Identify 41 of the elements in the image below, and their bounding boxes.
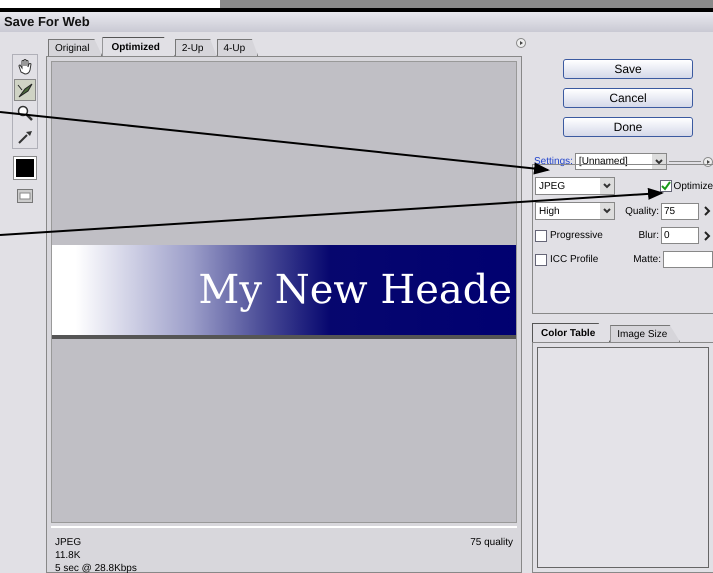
quality-field[interactable]: 75 xyxy=(661,202,699,220)
chevron-down-icon xyxy=(603,183,611,189)
chevron-down-icon xyxy=(603,208,611,214)
view-tab[interactable]: Original xyxy=(48,39,102,56)
window-title: Save For Web xyxy=(4,13,90,32)
knife-icon xyxy=(16,81,34,99)
format-dropdown[interactable]: JPEG xyxy=(535,177,615,195)
format-info: JPEG xyxy=(55,536,82,549)
dialog-button[interactable]: Save xyxy=(563,59,693,79)
settings-label: Settings: xyxy=(533,155,573,169)
matte-label: Matte: xyxy=(633,253,661,267)
dialog-button[interactable]: Cancel xyxy=(563,88,693,108)
blur-field[interactable]: 0 xyxy=(661,227,699,244)
optimized-label: Optimize xyxy=(674,180,713,194)
panel-tab[interactable]: Color Table xyxy=(532,323,610,342)
chevron-down-icon xyxy=(654,158,663,164)
icc-profile-checkbox[interactable] xyxy=(535,254,547,266)
blur-label: Blur: xyxy=(638,229,659,243)
checkmark-icon xyxy=(660,181,671,191)
file-size-info: 11.8K xyxy=(55,549,82,562)
banner-heading: My New Heade xyxy=(198,266,513,315)
quality-info: 75 quality xyxy=(470,536,513,550)
preview-in-browser-icon[interactable] xyxy=(17,189,33,203)
view-tab[interactable]: 2-Up xyxy=(174,39,216,56)
foreground-color-swatch[interactable] xyxy=(14,157,36,179)
optimized-checkbox[interactable] xyxy=(660,180,672,192)
view-tab[interactable]: Optimized xyxy=(102,37,175,56)
quality-label: Quality: xyxy=(625,204,659,218)
tool-button[interactable] xyxy=(14,79,36,101)
hand-icon xyxy=(16,58,34,76)
view-tab[interactable]: 4-Up xyxy=(216,39,258,56)
icc-profile-label: ICC Profile xyxy=(550,253,598,267)
progressive-checkbox[interactable] xyxy=(535,230,547,242)
progressive-label: Progressive xyxy=(550,229,603,243)
magnifier-icon xyxy=(16,104,34,122)
panel-tab[interactable]: Image Size xyxy=(610,325,680,342)
dialog-button[interactable]: Done xyxy=(563,117,693,137)
settings-dropdown[interactable]: [Unnamed] xyxy=(574,153,667,170)
quality-preset-dropdown[interactable]: High xyxy=(535,202,615,220)
matte-dropdown[interactable] xyxy=(663,251,713,268)
download-time-info: 5 sec @ 28.8Kbps xyxy=(55,562,137,573)
